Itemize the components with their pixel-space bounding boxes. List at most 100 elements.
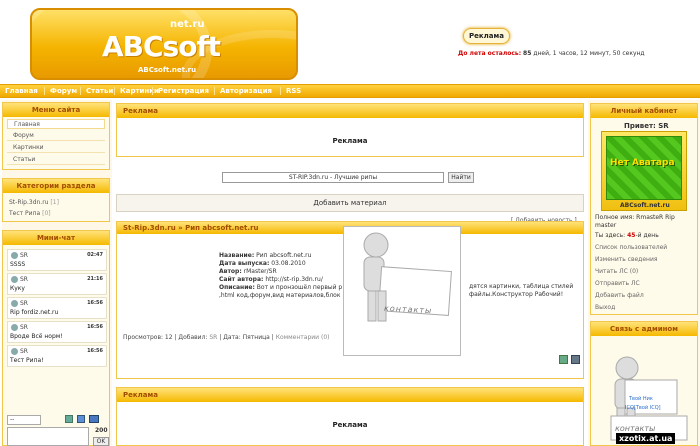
chat-char-count: 200: [95, 427, 108, 434]
category-count: [1]: [50, 199, 59, 206]
smiley-icon[interactable]: [65, 415, 73, 423]
window-icon[interactable]: [89, 415, 99, 423]
field-label: Название:: [219, 252, 255, 259]
field-value: rMaster/SR: [243, 268, 277, 275]
chat-user[interactable]: SR: [20, 252, 28, 259]
icq-nick[interactable]: Твой Ник: [629, 396, 653, 402]
menu-item-pictures[interactable]: Картинки: [7, 143, 105, 153]
search-button[interactable]: Найти: [448, 172, 474, 183]
link-send-pm[interactable]: Отправить ЛС: [595, 280, 640, 287]
site-header: net.ru ABCsoft ABCsoft.net.ru Реклама До…: [0, 0, 700, 83]
chat-text: Куку: [10, 285, 25, 292]
link-user-list[interactable]: Список пользователей: [595, 244, 667, 251]
user-icon: [11, 300, 18, 307]
article-added-by: Добавил:: [178, 334, 208, 341]
chat-select[interactable]: --: [7, 415, 41, 425]
field-row: Автор: rMaster/SR: [219, 268, 342, 276]
nav-login[interactable]: Авторизация: [214, 87, 272, 95]
menu-item-home[interactable]: Главная: [7, 119, 105, 129]
field-label: Описание:: [219, 284, 255, 291]
article-comments[interactable]: Комментарии (0): [276, 334, 330, 341]
avatar: Нет Аватара ABCsoft.net.ru: [601, 131, 687, 211]
top-nav: Главная Форум Статьи Картинки Регистраци…: [0, 84, 700, 98]
field-label: Сайт автора:: [219, 276, 264, 283]
nav-articles[interactable]: Статьи: [80, 87, 113, 95]
chat-text: Вроде Всё норм!: [10, 333, 63, 340]
field-row: Название: Рип abcsoft.net.ru: [219, 252, 342, 260]
chat-message-input[interactable]: [7, 427, 89, 446]
chat-ok-button[interactable]: OK: [93, 437, 109, 446]
avatar-image: [606, 136, 682, 200]
desc-line: ,html код,форум,вид материалов,блок: [219, 292, 341, 299]
link-read-pm[interactable]: Читать ЛС (0): [595, 268, 638, 275]
chat-time: 16:56: [87, 300, 103, 306]
cabinet-greeting: Привет: SR: [624, 122, 669, 130]
chat-user[interactable]: SR: [20, 300, 28, 307]
chat-time: 16:56: [87, 348, 103, 354]
article-author[interactable]: SR: [209, 334, 217, 341]
field-label: Дата выпуска:: [219, 260, 270, 267]
chat-message: SR 02:47 SSSS: [7, 249, 107, 271]
logo-subtitle: net.ru: [170, 19, 205, 30]
contact-admin-panel: Связь с админом Твой Ник ICQ[Твой ICQ] к…: [590, 321, 698, 446]
site-logo[interactable]: net.ru ABCsoft ABCsoft.net.ru: [30, 8, 298, 80]
category-name[interactable]: Тест Рипа: [9, 210, 40, 217]
nav-forum[interactable]: Форум: [44, 87, 77, 95]
logo-title: ABCsoft: [102, 30, 221, 63]
article-date: Дата: Пятница: [223, 334, 270, 341]
ad-block-text: Реклама: [332, 137, 368, 145]
category-item[interactable]: Тест Рипа [0]: [3, 208, 109, 219]
chat-time: 16:56: [87, 324, 103, 330]
rating-icon[interactable]: [571, 355, 580, 364]
field-row: Описание: Вот и пронзошёл первый р: [219, 284, 342, 292]
print-icon[interactable]: [559, 355, 568, 364]
article-views: Просмотров: 12: [123, 334, 173, 341]
nav-rss[interactable]: RSS: [280, 87, 301, 95]
ad-block-text: Реклама: [332, 421, 368, 429]
category-item[interactable]: St-Rip.3dn.ru [1]: [3, 197, 109, 208]
chat-message: SR 16:56 Rip fordiz.net.ru: [7, 297, 107, 319]
countdown-text: дней, 1 часов, 12 минут, 50 секунд: [533, 50, 645, 57]
user-icon: [11, 348, 18, 355]
nav-home[interactable]: Главная: [0, 87, 38, 95]
contact-title: Связь с админом: [591, 322, 697, 336]
link-edit-profile[interactable]: Изменить сведения: [595, 256, 657, 263]
chat-message: SR 16:56 Тест Рипа!: [7, 345, 107, 367]
cabinet-title: Личный кабинет: [591, 104, 697, 118]
logo-url: ABCsoft.net.ru: [138, 66, 197, 74]
chat-user[interactable]: SR: [20, 348, 28, 355]
summer-countdown: До лета осталось: 85 дней, 1 часов, 12 м…: [458, 50, 645, 57]
category-name[interactable]: St-Rip.3dn.ru: [9, 199, 48, 206]
cabinet-full-name: Полное имя: RmasteR Rip master: [595, 214, 675, 229]
nav-register[interactable]: Регистрация: [152, 87, 209, 95]
desc-continuation: дятся картинки, таблица стилей: [469, 283, 574, 290]
field-value: 03.08.2010: [271, 260, 306, 267]
contacts-figure-overlay: контакты: [343, 226, 461, 356]
field-value: Вот и пронзошёл первый р: [256, 284, 343, 291]
countdown-days: 85: [523, 50, 532, 57]
cabinet-days: Ты здесь: 45-й день: [595, 232, 659, 239]
chat-message: SR 21:16 Куку: [7, 273, 107, 295]
search-bar: ST-RIP.3dn.ru - Лучшие рипы Найти: [116, 168, 584, 188]
chat-message: SR 16:56 Вроде Всё норм!: [7, 321, 107, 343]
link-add-file[interactable]: Добавить файл: [595, 292, 644, 299]
chat-time: 02:47: [87, 252, 103, 258]
add-material-button[interactable]: Добавить материал: [116, 194, 584, 212]
icq-number[interactable]: ICQ[Твой ICQ]: [625, 405, 661, 411]
contacts-figure: [363, 232, 452, 322]
menu-item-articles[interactable]: Статьи: [7, 155, 105, 165]
field-value: http://st-rip.3dn.ru/: [265, 276, 323, 283]
field-label: Автор:: [219, 268, 242, 275]
chat-user[interactable]: SR: [20, 276, 28, 283]
watermark: xzotix.at.ua: [616, 433, 676, 444]
search-input[interactable]: ST-RIP.3dn.ru - Лучшие рипы: [222, 172, 444, 183]
ad-block-top: Реклама Реклама: [116, 103, 584, 157]
user-icon: [11, 276, 18, 283]
refresh-icon[interactable]: [77, 415, 85, 423]
article-fields: Название: Рип abcsoft.net.ru Дата выпуск…: [219, 252, 342, 300]
link-logout[interactable]: Выход: [595, 304, 615, 311]
header-ad-label[interactable]: Реклама: [463, 28, 510, 44]
categories-panel: Категории раздела St-Rip.3dn.ru [1] Тест…: [2, 178, 110, 222]
menu-item-forum[interactable]: Форум: [7, 131, 105, 141]
chat-user[interactable]: SR: [20, 324, 28, 331]
